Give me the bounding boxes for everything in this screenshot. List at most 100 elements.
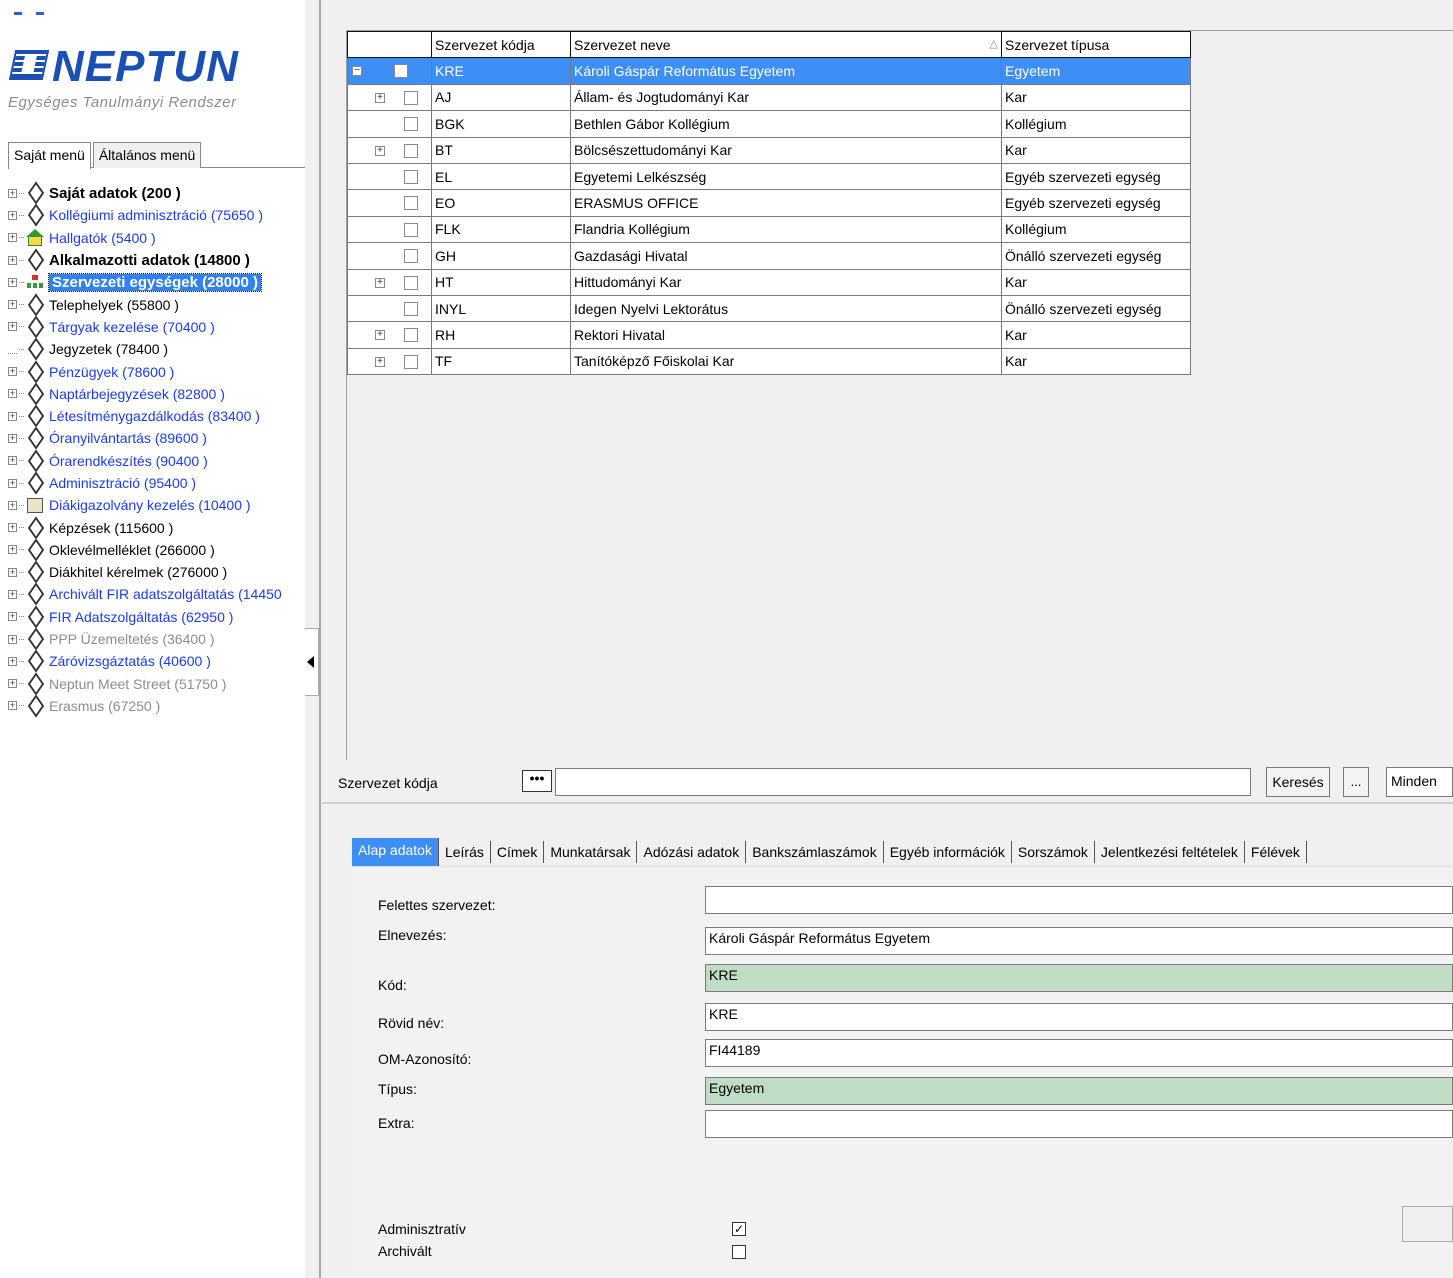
tree-item[interactable]: + Archivált FIR adatszolgáltatás (14450 [8,583,305,605]
grid-row[interactable]: + BT Bölcsészettudományi Kar Kar [347,136,1191,164]
action-button[interactable] [1402,1206,1453,1242]
tab-own-menu[interactable]: Saját menü [8,142,91,169]
expand-icon[interactable]: + [8,612,17,622]
grid-row[interactable]: + RH Rektori Hivatal Kar [347,321,1191,349]
expand-icon[interactable]: + [8,478,17,488]
expand-icon[interactable]: + [8,433,17,443]
expand-icon[interactable]: + [8,567,17,577]
tree-item[interactable]: + Neptun Meet Street (51750 ) [8,673,305,695]
tree-item[interactable]: + Képzések (115600 ) [8,516,305,538]
expand-icon[interactable]: + [8,255,17,265]
tab-8[interactable]: Jelentkezési feltételek [1095,841,1245,863]
tree-item[interactable]: + FIR Adatszolgáltatás (62950 ) [8,606,305,628]
row-checkbox[interactable] [404,90,418,105]
expand-icon[interactable]: + [8,589,17,599]
tree-item[interactable]: + Oklevélmelléklet (266000 ) [8,539,305,561]
grid-header-type[interactable]: Szervezet típusa [1001,30,1191,59]
tree-item[interactable]: + Erasmus (67250 ) [8,695,305,717]
archived-checkbox[interactable] [732,1245,746,1259]
tab-2[interactable]: Címek [491,841,545,863]
extra-input[interactable] [705,1110,1453,1138]
grid-row[interactable]: FLK Flandria Kollégium Kollégium [347,215,1191,244]
tab-general-menu[interactable]: Általános menü [92,142,202,168]
tree-item[interactable]: + Óranyilvántartás (89600 ) [8,427,305,449]
collapse-icon[interactable]: − [352,66,362,77]
tree-item[interactable]: + Hallgatók (5400 ) [8,227,305,249]
search-options-button[interactable]: ••• [522,770,552,792]
row-checkbox[interactable] [404,354,418,369]
expand-icon[interactable]: + [8,300,17,310]
search-button[interactable]: Keresés [1266,767,1330,797]
tree-item[interactable]: + Záróvizsgáztatás (40600 ) [8,650,305,672]
search-input[interactable] [555,768,1251,796]
grid-row[interactable]: + TF Tanítóképző Főiskolai Kar Kar [347,347,1191,376]
tab-1[interactable]: Leírás [439,841,491,863]
expand-icon[interactable]: + [8,456,17,466]
row-checkbox[interactable] [404,275,418,290]
expand-icon[interactable]: + [8,233,17,243]
grid-row[interactable]: − KRE Károli Gáspár Református Egyetem Egye… [347,57,1191,85]
tree-item[interactable]: + Pénzügyek (78600 ) [8,360,305,382]
tab-3[interactable]: Munkatársak [544,841,638,863]
expand-icon[interactable]: + [8,500,17,510]
grid-row[interactable]: + AJ Állam- és Jogtudományi Kar Kar [347,83,1191,112]
grid-row[interactable]: GH Gazdasági Hivatal Önálló szervezeti egy… [347,242,1191,270]
tree-item[interactable]: + Létesítménygazdálkodás (83400 ) [8,405,305,427]
tab-4[interactable]: Adózási adatok [637,841,747,863]
expand-icon[interactable]: + [8,188,17,198]
tab-5[interactable]: Bankszámlaszámok [746,841,884,863]
tab-6[interactable]: Egyéb információk [884,841,1012,863]
expand-icon[interactable]: + [8,210,17,220]
tree-item[interactable]: + Szervezeti egységek (28000 ) [8,271,305,293]
row-checkbox[interactable] [404,249,418,264]
expand-icon[interactable]: + [8,411,17,421]
row-checkbox[interactable] [404,196,418,211]
row-checkbox[interactable] [404,301,418,316]
parent-org-input[interactable] [705,886,1453,914]
row-checkbox[interactable] [404,222,418,237]
row-checkbox[interactable] [404,328,418,343]
expand-icon[interactable]: + [375,145,385,156]
tree-item[interactable]: + Tárgyak kezelése (70400 ) [8,316,305,338]
expand-icon[interactable]: + [375,330,385,341]
grid-header-name[interactable]: Szervezet neve △ [570,30,1002,59]
row-checkbox[interactable] [404,117,418,132]
expand-icon[interactable]: + [8,389,17,399]
tree-item[interactable]: + PPP Üzemeltetés (36400 ) [8,628,305,650]
tree-item[interactable]: + Naptárbejegyzések (82800 ) [8,383,305,405]
expand-icon[interactable]: + [8,701,17,711]
tree-item[interactable]: + Órarendkészítés (90400 ) [8,450,305,472]
expand-icon[interactable]: + [8,322,17,332]
row-checkbox[interactable] [394,64,408,79]
pane-splitter[interactable] [319,0,321,1278]
row-checkbox[interactable] [404,169,418,184]
grid-row[interactable]: INYL Idegen Nyelvi Lektorátus Önálló szerv… [347,294,1191,323]
expand-icon[interactable]: + [375,356,385,367]
tree-item[interactable]: + Saját adatok (200 ) [8,182,305,204]
grid-row[interactable]: + HT Hittudományi Kar Kar [347,268,1191,296]
tab-9[interactable]: Félévek [1245,841,1307,863]
tree-item[interactable]: + Alkalmazotti adatok (14800 ) [8,249,305,271]
tree-item[interactable]: + Adminisztráció (95400 ) [8,472,305,494]
expand-icon[interactable]: + [8,277,17,287]
expand-icon[interactable]: + [8,523,17,533]
more-options-button[interactable]: ... [1343,767,1369,797]
filter-select[interactable]: Minden [1386,767,1453,797]
om-id-input[interactable]: FI44189 [705,1039,1453,1067]
collapse-pane-button[interactable] [305,628,319,696]
grid-row[interactable]: EO ERASMUS OFFICE Egyéb szervezeti egység [347,189,1191,217]
expand-icon[interactable]: + [8,634,17,644]
expand-icon[interactable]: + [8,679,17,689]
expand-icon[interactable]: + [375,92,385,103]
tree-item[interactable]: + Telephelyek (55800 ) [8,293,305,315]
grid-header-code[interactable]: Szervezet kódja [431,30,571,59]
tree-item[interactable]: + Kollégiumi adminisztráció (75650 ) [8,204,305,226]
expand-icon[interactable]: + [8,656,17,666]
expand-icon[interactable]: + [8,367,17,377]
expand-icon[interactable]: + [375,277,385,288]
tree-item[interactable]: + Diákigazolvány kezelés (10400 ) [8,494,305,516]
tree-item[interactable]: + Diákhitel kérelmek (276000 ) [8,561,305,583]
name-input[interactable]: Károli Gáspár Református Egyetem [705,927,1453,955]
administrative-checkbox[interactable]: ✓ [732,1222,746,1236]
tree-item[interactable]: Jegyzetek (78400 ) [8,338,305,360]
